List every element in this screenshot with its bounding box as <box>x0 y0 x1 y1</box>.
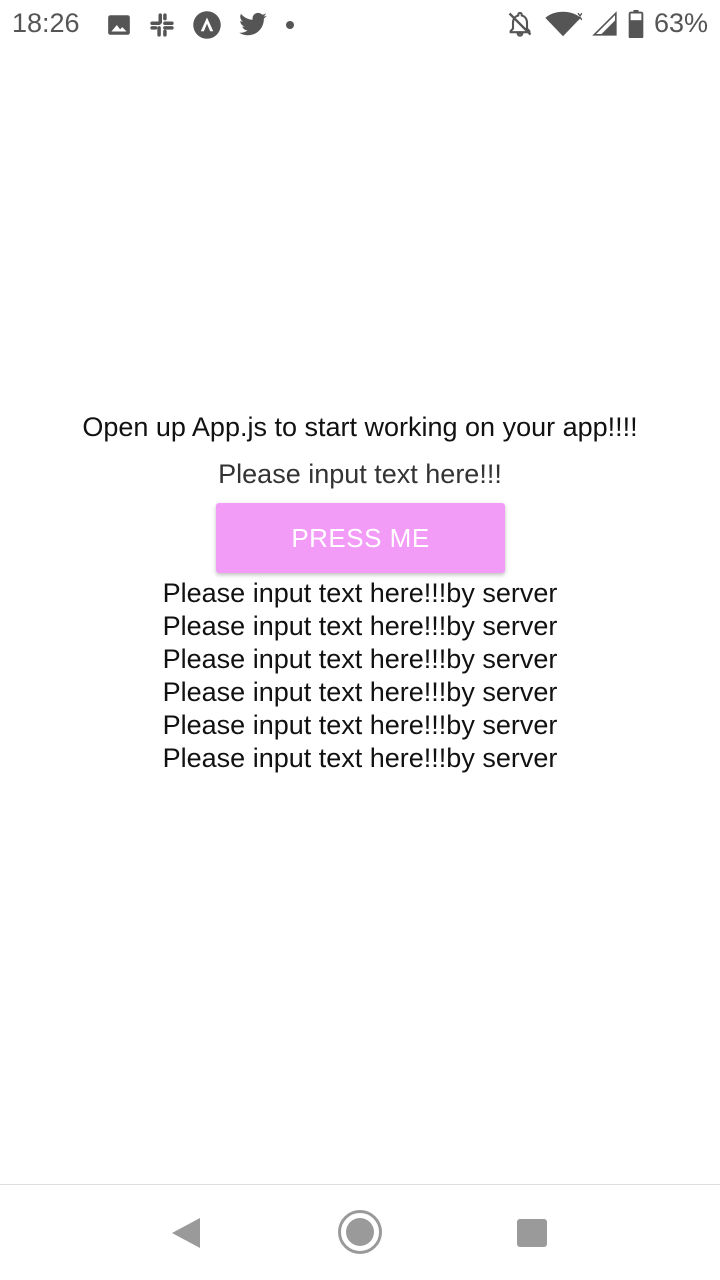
list-item: Please input text here!!!by server <box>162 578 558 608</box>
battery-icon <box>628 9 644 38</box>
twitter-icon <box>238 12 268 38</box>
system-status-icons: 63% <box>506 8 708 39</box>
status-time: 18:26 <box>12 8 80 38</box>
home-icon[interactable] <box>337 1209 383 1260</box>
list-item: Please input text here!!!by server <box>162 644 558 674</box>
welcome-text: Open up App.js to start working on your … <box>82 412 638 442</box>
expo-icon <box>192 10 222 40</box>
dot-icon <box>284 19 296 31</box>
navigation-bar <box>0 1184 720 1280</box>
list-item: Please input text here!!!by server <box>162 611 558 641</box>
server-response-list: Please input text here!!!by server Pleas… <box>0 577 720 775</box>
back-icon[interactable] <box>170 1216 202 1255</box>
battery-percent: 63% <box>653 8 708 38</box>
status-bar: 18:26 63% <box>0 0 720 48</box>
slack-icon <box>148 11 176 39</box>
app-screen: 18:26 63% Open up App.js to start workin… <box>0 0 720 1280</box>
press-me-button[interactable]: PRESS ME <box>216 503 505 573</box>
signal-icon <box>592 10 618 37</box>
wifi-icon <box>544 10 582 38</box>
bell-off-icon <box>506 10 534 38</box>
notification-icons <box>106 10 296 40</box>
text-input[interactable]: Please input text here!!! <box>0 459 720 490</box>
list-item: Please input text here!!!by server <box>162 677 558 707</box>
image-icon <box>106 12 132 38</box>
list-item: Please input text here!!!by server <box>162 710 558 740</box>
list-item: Please input text here!!!by server <box>162 743 558 773</box>
recents-icon[interactable] <box>516 1218 548 1253</box>
